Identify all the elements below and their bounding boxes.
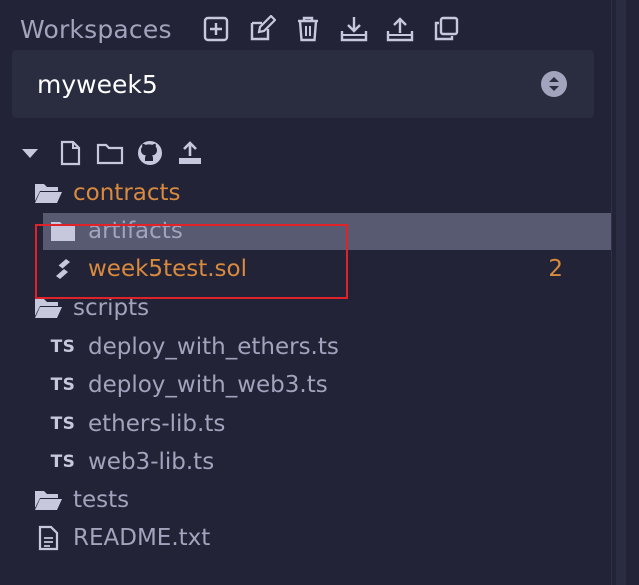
tree-file-ethers-lib[interactable]: TS ethers-lib.ts — [48, 405, 226, 443]
tree-file-week5test-sol[interactable]: week5test.sol 2 — [48, 250, 608, 288]
tree-folder-artifacts[interactable]: artifacts — [48, 212, 183, 250]
file-explorer-panel: Workspaces myweek5 contracts artifacts w… — [0, 0, 639, 585]
solidity-icon — [48, 254, 78, 284]
caret-down-icon[interactable] — [16, 138, 44, 168]
trash-icon[interactable] — [292, 13, 324, 45]
tree-folder-tests[interactable]: tests — [33, 481, 129, 519]
upload-icon[interactable] — [384, 13, 416, 45]
folder-open-icon — [33, 485, 63, 515]
tree-item-label: week5test.sol — [88, 256, 247, 282]
tree-item-label: tests — [73, 487, 130, 513]
tree-file-readme[interactable]: README.txt — [33, 519, 210, 557]
folder-icon — [48, 216, 78, 246]
tree-item-label: deploy_with_web3.ts — [88, 372, 328, 398]
file-explorer-toolbar — [16, 138, 204, 168]
edit-icon[interactable] — [246, 13, 278, 45]
folder-open-icon — [33, 178, 63, 208]
plus-square-icon[interactable] — [200, 13, 232, 45]
tree-item-label: deploy_with_ethers.ts — [88, 334, 339, 360]
download-icon[interactable] — [338, 13, 370, 45]
github-icon[interactable] — [136, 138, 164, 168]
tree-file-deploy-with-ethers[interactable]: TS deploy_with_ethers.ts — [48, 328, 339, 366]
workspaces-title: Workspaces — [20, 14, 172, 44]
folder-open-icon — [33, 293, 63, 323]
workspace-actions — [200, 13, 462, 45]
tree-file-web3-lib[interactable]: TS web3-lib.ts — [48, 443, 215, 481]
typescript-icon: TS — [50, 414, 76, 434]
workspace-select[interactable]: myweek5 — [12, 50, 594, 118]
tree-item-label: ethers-lib.ts — [88, 411, 226, 437]
upload-icon[interactable] — [176, 138, 204, 168]
copy-icon[interactable] — [430, 13, 462, 45]
typescript-icon: TS — [50, 337, 76, 357]
tree-item-label: artifacts — [88, 218, 183, 244]
select-arrows-icon — [540, 70, 568, 98]
tree-item-label: scripts — [73, 295, 150, 321]
tree-folder-contracts[interactable]: contracts — [33, 174, 181, 212]
error-count-badge: 2 — [548, 256, 563, 282]
tree-file-deploy-with-web3[interactable]: TS deploy_with_web3.ts — [48, 366, 328, 404]
typescript-icon: TS — [50, 452, 76, 472]
typescript-icon: TS — [50, 375, 76, 395]
workspaces-header: Workspaces — [20, 12, 462, 46]
tree-item-label: contracts — [73, 180, 181, 206]
new-folder-icon[interactable] — [96, 138, 124, 168]
tree-item-label: web3-lib.ts — [88, 449, 215, 475]
tree-folder-scripts[interactable]: scripts — [33, 289, 149, 327]
scrollbar-thumb[interactable] — [616, 0, 626, 585]
workspace-select-value: myweek5 — [37, 69, 158, 99]
new-file-icon[interactable] — [56, 138, 84, 168]
text-file-icon — [33, 523, 63, 553]
tree-item-label: README.txt — [73, 525, 211, 551]
